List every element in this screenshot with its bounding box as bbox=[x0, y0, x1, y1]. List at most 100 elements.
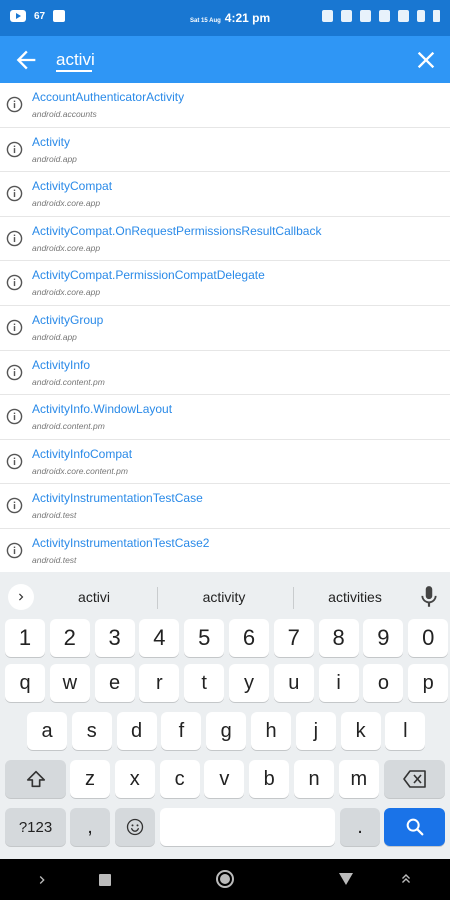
result-class-name[interactable]: ActivityCompat bbox=[32, 179, 112, 193]
key-4[interactable]: 4 bbox=[139, 619, 180, 657]
space-key[interactable] bbox=[160, 808, 335, 846]
key-r[interactable]: r bbox=[139, 664, 180, 702]
key-k[interactable]: k bbox=[340, 712, 381, 750]
key-o[interactable]: o bbox=[363, 664, 404, 702]
key-5[interactable]: 5 bbox=[184, 619, 225, 657]
period-key[interactable]: . bbox=[340, 808, 380, 846]
key-g[interactable]: g bbox=[206, 712, 247, 750]
nav-hide-keyboard-icon[interactable] bbox=[398, 871, 414, 887]
result-class-name[interactable]: ActivityInfo.WindowLayout bbox=[32, 402, 172, 416]
info-icon bbox=[6, 498, 23, 514]
result-row[interactable]: ActivityInstrumentationTestCase2 android.… bbox=[0, 529, 450, 572]
signal-lte-icon bbox=[398, 10, 409, 22]
result-class-name[interactable]: ActivityCompat.PermissionCompatDelegate bbox=[32, 268, 265, 282]
result-package-name: android.test bbox=[32, 554, 77, 565]
result-row[interactable]: AccountAuthenticatorActivity android.acco… bbox=[0, 83, 450, 128]
key-c[interactable]: c bbox=[159, 760, 200, 798]
result-package-name: android.accounts bbox=[32, 109, 97, 119]
info-icon bbox=[6, 408, 23, 425]
info-icon bbox=[6, 319, 23, 336]
result-class-name[interactable]: ActivityInstrumentationTestCase2 bbox=[32, 536, 209, 550]
status-clock: Sat 15 Aug 4:21 pm bbox=[190, 11, 270, 25]
result-class-name[interactable]: AccountAuthenticatorActivity bbox=[32, 90, 184, 104]
key-q[interactable]: q bbox=[5, 664, 45, 702]
voice-input-button[interactable] bbox=[416, 584, 442, 610]
key-x[interactable]: x bbox=[114, 760, 155, 798]
backspace-key[interactable] bbox=[384, 760, 445, 798]
key-2[interactable]: 2 bbox=[49, 619, 90, 657]
key-m[interactable]: m bbox=[338, 760, 379, 798]
nav-home-icon[interactable] bbox=[215, 869, 235, 889]
result-row[interactable]: Activity android.app bbox=[0, 128, 450, 173]
nav-recent-apps-icon[interactable] bbox=[98, 873, 112, 887]
key-n[interactable]: n bbox=[294, 760, 334, 798]
result-class-name[interactable]: ActivityInfoCompat bbox=[32, 447, 132, 461]
result-package-name: androidx.core.content.pm bbox=[32, 465, 128, 476]
result-class-name[interactable]: ActivityInstrumentationTestCase bbox=[32, 491, 203, 505]
key-0[interactable]: 0 bbox=[408, 619, 449, 657]
nav-recents-chevron-icon[interactable] bbox=[34, 872, 50, 888]
nav-back-icon[interactable] bbox=[338, 872, 354, 886]
result-class-name[interactable]: ActivityGroup bbox=[32, 313, 103, 327]
hotspot-icon bbox=[341, 10, 352, 22]
back-button[interactable] bbox=[12, 46, 40, 74]
composing-underline bbox=[56, 70, 92, 72]
search-input[interactable] bbox=[56, 47, 386, 73]
symbols-key[interactable]: ?123 bbox=[5, 808, 66, 846]
key-e[interactable]: e bbox=[94, 664, 135, 702]
key-z[interactable]: z bbox=[70, 760, 110, 798]
status-icons bbox=[322, 10, 440, 22]
key-p[interactable]: p bbox=[408, 664, 449, 702]
shift-key[interactable] bbox=[5, 760, 66, 798]
key-l[interactable]: l bbox=[385, 712, 426, 750]
search-enter-key[interactable] bbox=[384, 808, 445, 846]
result-row[interactable]: ActivityCompat.OnRequestPermissionsResul… bbox=[0, 217, 450, 262]
status-bar: 67 Sat 15 Aug 4:21 pm bbox=[0, 0, 450, 36]
arrow-back-icon bbox=[16, 50, 36, 70]
key-d[interactable]: d bbox=[116, 712, 157, 750]
info-icon bbox=[6, 96, 23, 113]
key-s[interactable]: s bbox=[71, 712, 112, 750]
result-row[interactable]: ActivityCompat.PermissionCompatDelegate a… bbox=[0, 261, 450, 306]
result-row[interactable]: ActivityInfoCompat androidx.core.content.… bbox=[0, 440, 450, 485]
result-class-name[interactable]: ActivityCompat.OnRequestPermissionsResul… bbox=[32, 224, 321, 238]
result-class-name[interactable]: Activity bbox=[32, 135, 70, 149]
search-icon bbox=[406, 818, 423, 836]
backspace-icon bbox=[402, 770, 426, 788]
key-8[interactable]: 8 bbox=[318, 619, 359, 657]
key-u[interactable]: u bbox=[273, 664, 314, 702]
key-b[interactable]: b bbox=[249, 760, 290, 798]
result-package-name: android.test bbox=[32, 510, 77, 521]
key-t[interactable]: t bbox=[184, 664, 225, 702]
key-h[interactable]: h bbox=[251, 712, 291, 750]
key-6[interactable]: 6 bbox=[229, 619, 269, 657]
key-7[interactable]: 7 bbox=[273, 619, 314, 657]
result-class-name[interactable]: ActivityInfo bbox=[32, 358, 90, 372]
key-y[interactable]: y bbox=[229, 664, 269, 702]
key-9[interactable]: 9 bbox=[363, 619, 404, 657]
key-f[interactable]: f bbox=[161, 712, 202, 750]
result-row[interactable]: ActivityInstrumentationTestCase android.t… bbox=[0, 484, 450, 529]
key-w[interactable]: w bbox=[49, 664, 90, 702]
result-row[interactable]: ActivityCompat androidx.core.app bbox=[0, 172, 450, 217]
result-package-name: androidx.core.app bbox=[32, 242, 101, 253]
search-app-bar bbox=[0, 36, 450, 83]
result-row[interactable]: ActivityInfo.WindowLayout android.content… bbox=[0, 395, 450, 440]
key-j[interactable]: j bbox=[295, 712, 336, 750]
key-3[interactable]: 3 bbox=[94, 619, 135, 657]
clear-search-button[interactable] bbox=[412, 46, 440, 74]
suggestion-3[interactable]: activities bbox=[290, 584, 420, 610]
comma-key[interactable]: , bbox=[70, 808, 110, 846]
result-row[interactable]: ActivityGroup android.app bbox=[0, 306, 450, 351]
key-1[interactable]: 1 bbox=[5, 619, 45, 657]
emoji-key[interactable] bbox=[115, 808, 155, 846]
key-v[interactable]: v bbox=[204, 760, 245, 798]
shift-icon bbox=[26, 770, 45, 788]
suggestion-divider bbox=[157, 587, 158, 609]
info-icon bbox=[6, 230, 23, 247]
result-row[interactable]: ActivityInfo android.content.pm bbox=[0, 351, 450, 396]
key-a[interactable]: a bbox=[27, 712, 67, 750]
key-i[interactable]: i bbox=[318, 664, 359, 702]
suggestion-2[interactable]: activity bbox=[159, 584, 289, 610]
suggestion-1[interactable]: activi bbox=[29, 584, 159, 610]
